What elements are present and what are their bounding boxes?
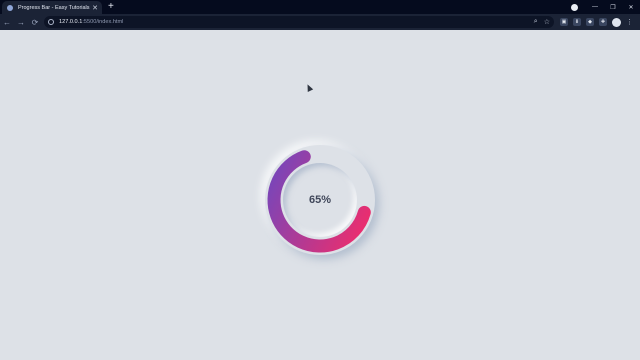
page-viewport: 65%	[0, 30, 640, 360]
progress-percent: 65%	[308, 194, 332, 206]
back-button[interactable]: ←	[0, 18, 14, 27]
circular-progress: 65%	[265, 145, 375, 255]
new-tab-button[interactable]: +	[108, 0, 114, 14]
browser-toolbar: ← → ⟳ 127.0.0.1:5500/index.html ⌕ ☆ ▣ ⬇ …	[0, 14, 640, 30]
site-info-icon[interactable]	[48, 19, 54, 25]
favicon-icon	[7, 4, 13, 11]
extensions-area: ▣ ⬇ ◆ ✚ ⋮	[560, 16, 633, 28]
extension-2-icon[interactable]: ⬇	[573, 18, 581, 26]
forward-button[interactable]: →	[14, 18, 28, 27]
puzzle-icon[interactable]: ✚	[599, 18, 607, 26]
maximize-button[interactable]: ❐	[604, 4, 622, 11]
search-icon[interactable]: ⌕	[534, 18, 538, 26]
address-bar[interactable]: 127.0.0.1:5500/index.html ⌕ ☆	[44, 16, 554, 28]
minimize-button[interactable]: —	[586, 4, 604, 10]
reload-button[interactable]: ⟳	[28, 18, 42, 27]
tab-progress-bar[interactable]: Progress Bar - Easy Tutorials You... ✕	[2, 1, 102, 14]
media-control-icon[interactable]	[571, 3, 578, 11]
mouse-cursor-icon	[304, 83, 314, 92]
address-bar-actions: ⌕ ☆	[534, 16, 550, 28]
close-window-button[interactable]: ✕	[622, 4, 640, 11]
star-icon[interactable]: ☆	[544, 18, 550, 26]
tab-title: Progress Bar - Easy Tutorials You...	[18, 4, 91, 11]
menu-icon[interactable]: ⋮	[626, 18, 633, 26]
url-path: :5500/index.html	[82, 19, 124, 25]
extension-1-icon[interactable]: ▣	[560, 18, 568, 26]
tab-strip: Progress Bar - Easy Tutorials You... ✕ +…	[0, 0, 640, 14]
tab-close-icon[interactable]: ✕	[91, 4, 99, 12]
avatar[interactable]	[612, 17, 621, 27]
url-host: 127.0.0.1	[59, 19, 83, 25]
window-controls: — ❐ ✕	[571, 0, 640, 14]
extension-3-icon[interactable]: ◆	[586, 18, 594, 26]
